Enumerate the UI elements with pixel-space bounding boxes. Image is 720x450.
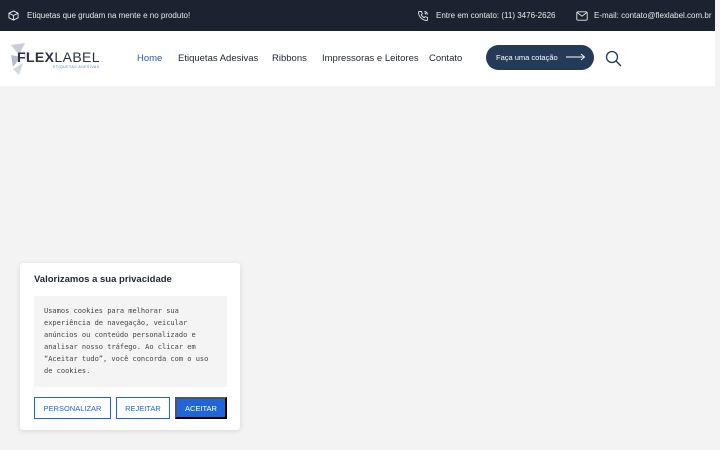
top-bar: Etiquetas que grudam na mente e no produ…	[0, 0, 715, 31]
phone-icon	[417, 10, 429, 22]
quote-button-label: Faça uma cotação	[496, 53, 558, 62]
customize-button[interactable]: PERSONALIZAR	[34, 397, 111, 419]
phone-contact[interactable]: Entre em contato: (11) 3476-2626	[417, 0, 555, 31]
reject-button[interactable]: REJEITAR	[116, 397, 170, 419]
tagline-group: Etiquetas que grudam na mente e no produ…	[8, 0, 190, 31]
site-header: FLEXLABEL ETIQUETAS ADESIVAS Home Etique…	[0, 31, 715, 86]
envelope-icon	[576, 10, 588, 21]
cookie-consent-dialog: Valorizamos a sua privacidade Usamos coo…	[20, 263, 240, 430]
cookie-title: Valorizamos a sua privacidade	[34, 274, 172, 285]
nav-etiquetas-adesivas[interactable]: Etiquetas Adesivas	[178, 31, 258, 86]
nav-home[interactable]: Home	[137, 31, 162, 86]
box-icon	[8, 10, 19, 21]
arrow-right-icon	[565, 53, 586, 63]
phone-text: Entre em contato: (11) 3476-2626	[436, 11, 556, 20]
quote-button[interactable]: Faça uma cotação	[486, 45, 594, 70]
accept-button[interactable]: ACEITAR	[175, 397, 227, 419]
email-contact[interactable]: E-mail: contato@flexlabel.com.br	[576, 0, 712, 31]
nav-ribbons[interactable]: Ribbons	[272, 31, 307, 86]
nav-impressoras-e-leitores[interactable]: Impressoras e Leitores	[322, 31, 419, 86]
nav-contato[interactable]: Contato	[429, 31, 462, 86]
logo-subtitle: ETIQUETAS ADESIVAS	[53, 65, 100, 69]
search-icon[interactable]	[605, 50, 622, 72]
tagline-text: Etiquetas que grudam na mente e no produ…	[27, 11, 191, 20]
cookie-message: Usamos cookies para melhorar sua experiê…	[34, 296, 227, 387]
logo-wordmark: FLEXLABEL	[17, 49, 100, 65]
email-text: E-mail: contato@flexlabel.com.br	[594, 11, 712, 20]
flexlabel-logo[interactable]: FLEXLABEL ETIQUETAS ADESIVAS	[9, 41, 109, 77]
